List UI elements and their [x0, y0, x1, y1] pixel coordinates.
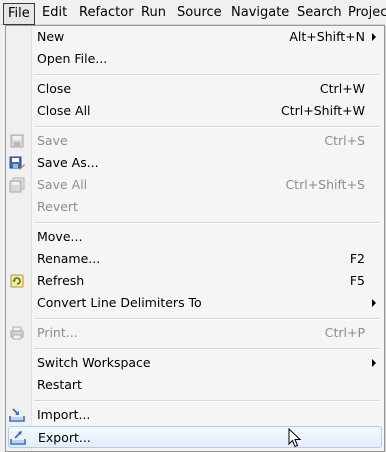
menu-item-label: New — [37, 29, 65, 44]
menu-separator — [34, 126, 379, 128]
menu-item-label: Import... — [37, 407, 91, 422]
menu-item-label: Restart — [37, 377, 82, 392]
import-icon — [9, 408, 25, 422]
menu-item-label: Save — [37, 133, 68, 148]
menu-item-label: Close All — [37, 103, 91, 118]
menu-navigate[interactable]: Navigate — [231, 4, 289, 22]
refresh-icon — [10, 274, 24, 288]
save-icon — [10, 134, 24, 148]
menu-separator — [34, 74, 379, 76]
menu-item-rename[interactable]: Rename... F2 — [6, 248, 384, 270]
menu-item-switch-workspace[interactable]: Switch Workspace — [6, 352, 384, 374]
menu-item-close-all[interactable]: Close All Ctrl+Shift+W — [6, 100, 384, 122]
menu-item-label: Save As... — [37, 155, 99, 170]
menu-edit[interactable]: Edit — [42, 4, 67, 22]
menu-project[interactable]: Projec — [348, 4, 386, 22]
menu-item-shortcut: Ctrl+P — [324, 325, 365, 340]
menu-item-label: Convert Line Delimiters To — [37, 295, 202, 310]
menu-search[interactable]: Search — [297, 4, 342, 22]
menu-item-shortcut: F2 — [349, 251, 365, 266]
menu-refactor[interactable]: Refactor — [79, 4, 134, 22]
menu-item-open-file[interactable]: Open File... — [6, 48, 384, 70]
menu-item-label: Print... — [37, 325, 78, 340]
submenu-arrow-icon — [372, 359, 376, 367]
submenu-arrow-icon — [372, 33, 376, 41]
menu-item-export[interactable]: Export... — [8, 426, 382, 448]
menu-separator — [34, 318, 379, 320]
menu-item-label: Export... — [38, 430, 91, 445]
menu-file[interactable]: File — [3, 3, 35, 25]
menu-bar: File Edit Refactor Run Source Navigate S… — [0, 0, 386, 25]
menu-item-shortcut: Ctrl+Shift+S — [285, 177, 365, 192]
menu-source[interactable]: Source — [177, 4, 222, 22]
menu-item-label: Rename... — [37, 251, 101, 266]
menu-item-label: Close — [37, 81, 72, 96]
save-as-icon — [9, 156, 25, 170]
menu-item-print[interactable]: Print... Ctrl+P — [6, 322, 384, 344]
menu-item-restart[interactable]: Restart — [6, 374, 384, 396]
menu-item-shortcut: Ctrl+Shift+W — [281, 103, 365, 118]
submenu-arrow-icon — [372, 299, 376, 307]
menu-item-shortcut: Ctrl+S — [324, 133, 365, 148]
menu-item-label: Refresh — [37, 273, 85, 288]
export-icon — [10, 431, 26, 445]
menu-item-move[interactable]: Move... — [6, 226, 384, 248]
menu-item-label: Revert — [37, 199, 78, 214]
menu-item-close[interactable]: Close Ctrl+W — [6, 78, 384, 100]
menu-item-shortcut: Ctrl+W — [319, 81, 365, 96]
menu-item-convert-line-delimiters[interactable]: Convert Line Delimiters To — [6, 292, 384, 314]
menu-item-shortcut: F5 — [349, 273, 365, 288]
menu-item-label: Move... — [37, 229, 83, 244]
menu-separator — [34, 400, 379, 402]
menu-item-refresh[interactable]: Refresh F5 — [6, 270, 384, 292]
menu-run[interactable]: Run — [141, 4, 166, 22]
menu-item-save[interactable]: Save Ctrl+S — [6, 130, 384, 152]
menu-separator — [34, 348, 379, 350]
menu-item-revert[interactable]: Revert — [6, 196, 384, 218]
menu-separator — [34, 222, 379, 224]
menu-item-label: Switch Workspace — [37, 355, 151, 370]
menu-item-label: Save All — [37, 177, 88, 192]
menu-item-new[interactable]: New Alt+Shift+N — [6, 26, 384, 48]
save-all-icon — [9, 177, 25, 193]
mouse-cursor-icon — [288, 428, 302, 448]
menu-item-shortcut: Alt+Shift+N — [289, 29, 365, 44]
menu-item-import[interactable]: Import... — [6, 404, 384, 426]
menu-item-save-all[interactable]: Save All Ctrl+Shift+S — [6, 174, 384, 196]
menu-item-label: Open File... — [37, 51, 108, 66]
file-menu-dropdown: New Alt+Shift+N Open File... Close Ctrl+… — [5, 25, 385, 452]
print-icon — [10, 326, 24, 340]
menu-item-save-as[interactable]: Save As... — [6, 152, 384, 174]
